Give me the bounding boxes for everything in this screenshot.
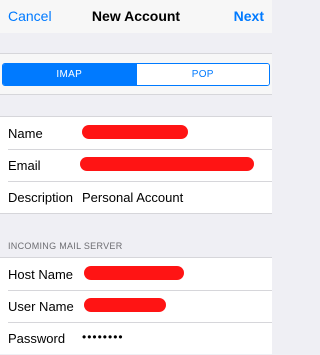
account-details-group: Name Email Description Personal Account	[0, 116, 272, 214]
user-name-label: User Name	[8, 299, 74, 314]
name-redaction-scribble	[82, 125, 188, 139]
host-name-label: Host Name	[8, 267, 74, 282]
email-row[interactable]: Email	[0, 149, 272, 181]
navigation-bar: Cancel New Account Next	[0, 0, 272, 33]
account-type-section: IMAP POP	[0, 53, 272, 95]
incoming-server-group: Host Name User Name Password ••••••••	[0, 257, 272, 354]
segment-pop[interactable]: POP	[135, 64, 269, 85]
next-button[interactable]: Next	[234, 8, 264, 24]
email-label: Email	[8, 158, 41, 173]
password-field[interactable]: ••••••••	[82, 330, 124, 344]
host-name-redaction-scribble	[84, 266, 184, 280]
host-name-row[interactable]: Host Name	[0, 258, 272, 290]
cancel-button[interactable]: Cancel	[8, 8, 52, 24]
email-redaction-scribble	[80, 157, 254, 171]
description-field[interactable]: Personal Account	[82, 190, 183, 205]
password-label: Password	[8, 331, 66, 346]
name-row[interactable]: Name	[0, 117, 272, 149]
incoming-server-header: INCOMING MAIL SERVER	[8, 241, 123, 251]
password-row[interactable]: Password ••••••••	[0, 322, 272, 354]
account-type-segmented-control: IMAP POP	[2, 63, 270, 86]
description-label: Description	[8, 190, 74, 205]
segment-imap[interactable]: IMAP	[3, 64, 136, 85]
user-name-redaction-scribble	[84, 298, 166, 312]
user-name-row[interactable]: User Name	[0, 290, 272, 322]
name-label: Name	[8, 126, 43, 141]
description-row[interactable]: Description Personal Account	[0, 181, 272, 213]
